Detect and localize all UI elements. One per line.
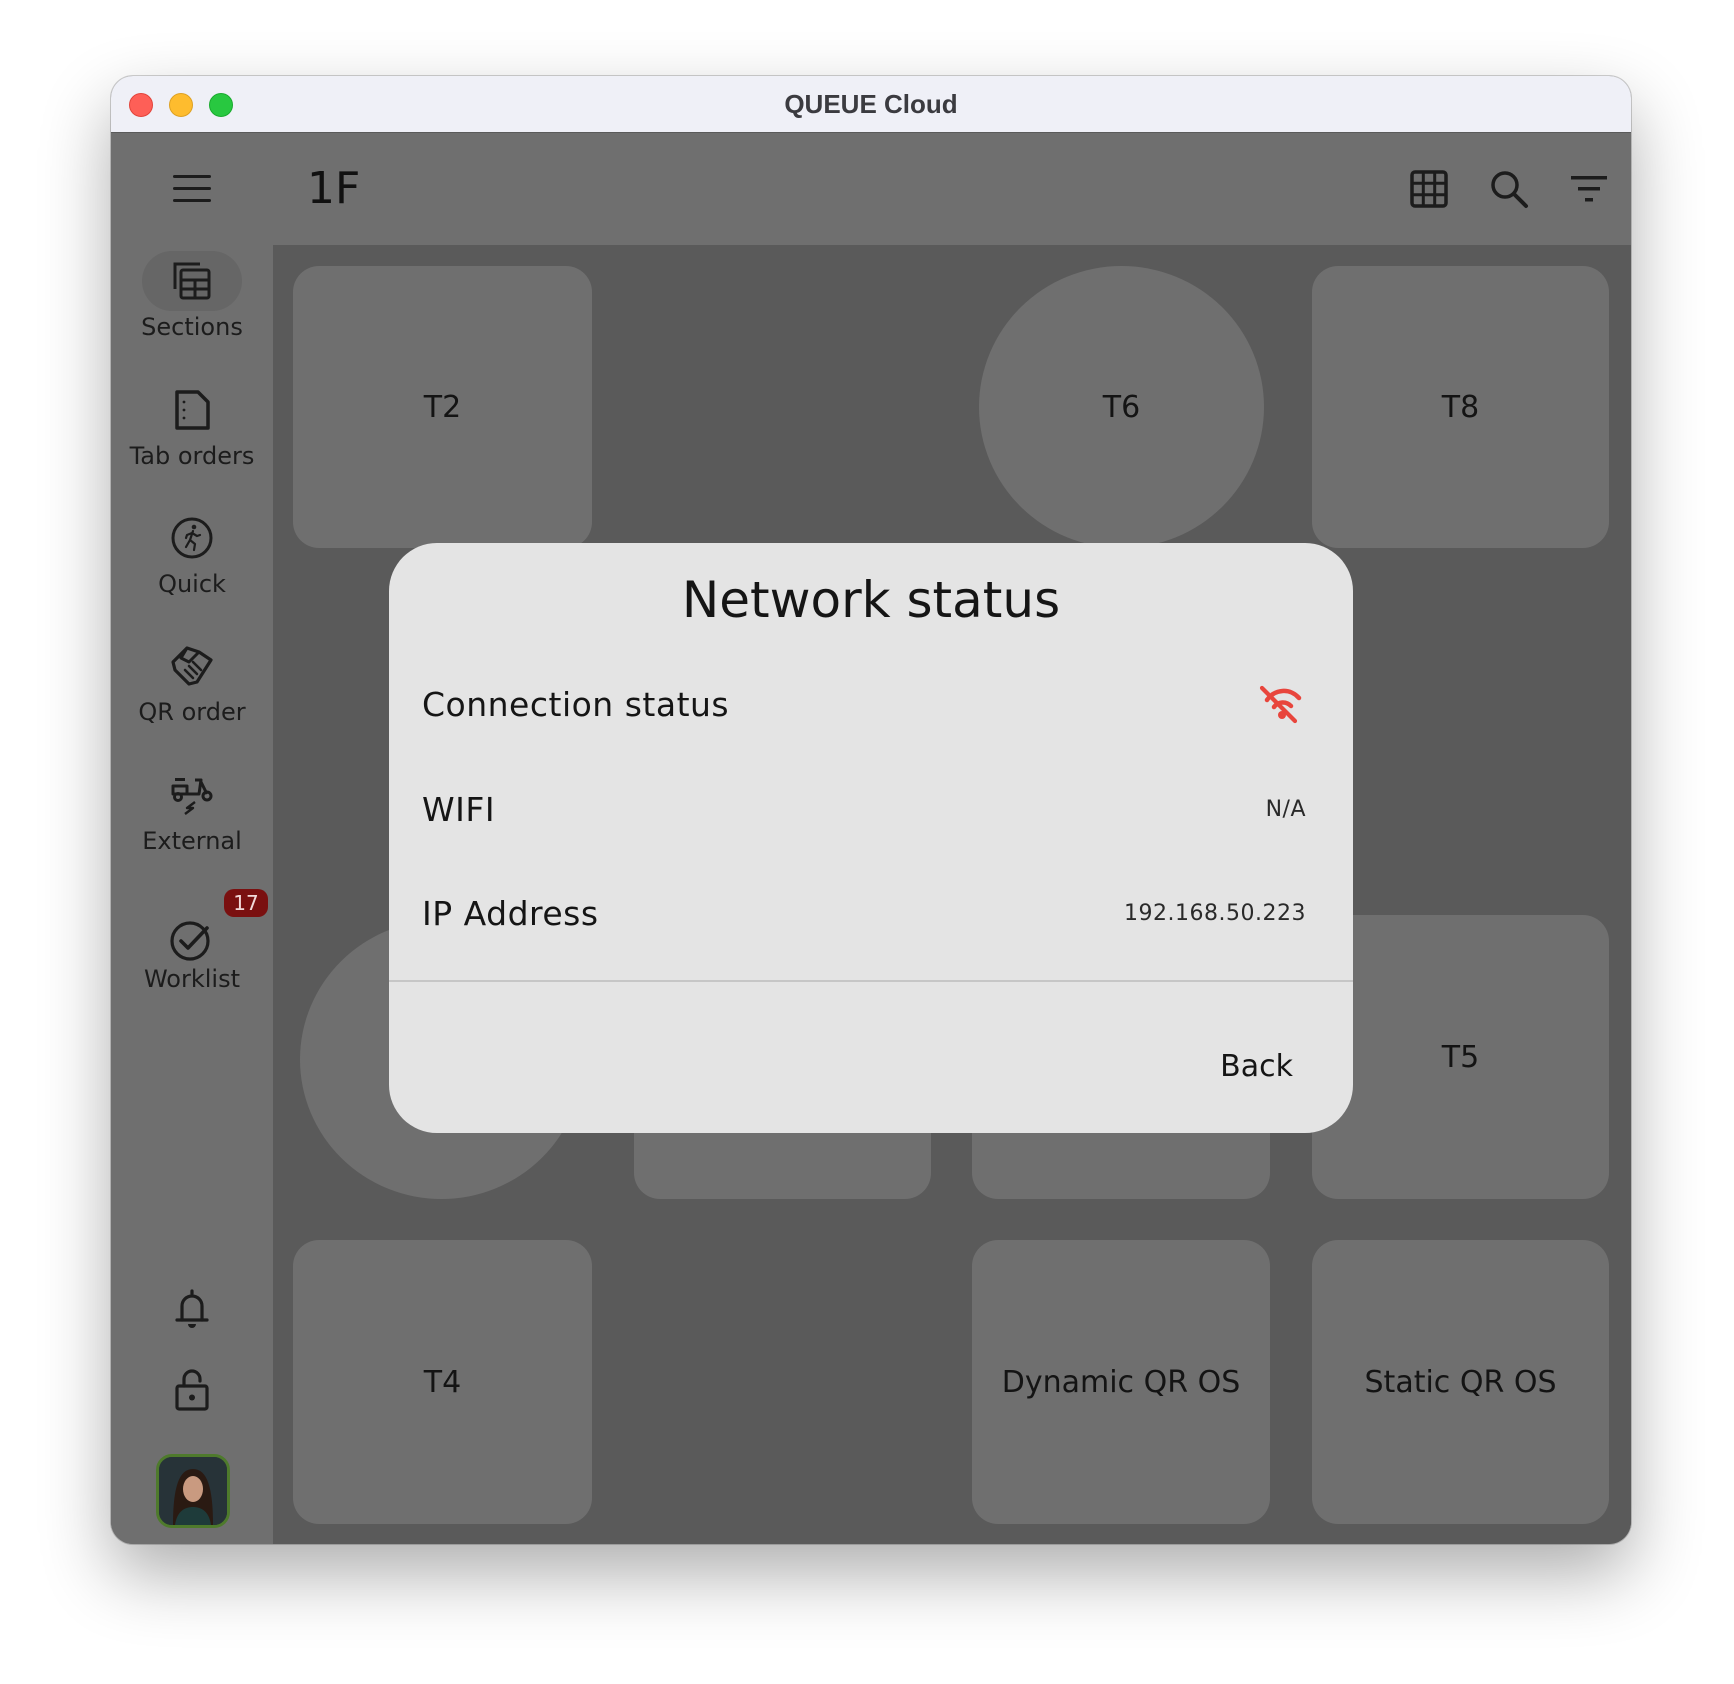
user-avatar[interactable] [156,1454,230,1528]
table-tile[interactable]: Static QR OS [1312,1240,1609,1524]
sidebar-item-external[interactable]: External [111,765,273,885]
worklist-count-badge: 17 [224,889,268,917]
sidebar-item-qr-order[interactable]: QR order [111,636,273,756]
page-title: 1F [307,163,361,214]
sidebar-item-tab-orders[interactable]: Tab orders [111,380,273,500]
row-label: WIFI [422,789,496,829]
row-label: Connection status [422,684,730,724]
sidebar-item-label: Quick [158,570,226,598]
grid-icon[interactable] [1409,169,1449,209]
wifi-off-icon [1254,680,1306,728]
filter-icon[interactable] [1569,169,1609,209]
window-title: QUEUE Cloud [784,89,958,119]
table-tile[interactable]: T5 [1312,915,1609,1199]
running-person-icon [142,508,242,568]
scooter-delivery-icon [142,765,242,825]
row-label: IP Address [422,893,599,933]
app-window: QUEUE Cloud 1F Sections Tab orders Quick… [111,76,1631,1544]
check-circle-icon: 17 [142,889,268,961]
back-button[interactable]: Back [1210,1041,1303,1091]
sidebar-item-label: Worklist [143,965,241,993]
dialog-divider [389,980,1353,982]
title-bar: QUEUE Cloud [111,76,1631,133]
wifi-row: WIFI N/A [422,779,1306,839]
sections-table-icon [142,251,242,311]
sidebar-item-sections[interactable]: Sections [111,251,273,371]
sidebar-item-quick[interactable]: Quick [111,508,273,628]
table-tile[interactable]: T4 [293,1240,592,1524]
table-tile[interactable]: Dynamic QR OS [972,1240,1270,1524]
hamburger-menu-icon[interactable] [173,175,211,203]
sidebar-item-label: Sections [141,313,243,341]
sidebar-item-worklist[interactable]: 17 Worklist [111,889,273,1013]
sidebar-item-label: Tab orders [129,442,255,470]
dialog-title: Network status [681,571,1061,629]
handshake-icon [142,636,242,696]
connection-status-row: Connection status [422,674,1306,734]
unlock-icon[interactable] [172,1368,212,1412]
ip-address-row: IP Address 192.168.50.223 [422,883,1306,943]
table-tile[interactable]: T2 [293,266,592,548]
row-value: 192.168.50.223 [1124,900,1306,926]
sidebar-item-label: QR order [138,698,246,726]
row-value: N/A [1265,796,1306,822]
network-status-dialog: Network status Connection status WIFI N/… [389,543,1353,1133]
search-icon[interactable] [1489,169,1529,209]
sidebar: Sections Tab orders Quick QR order Exter [111,245,273,1544]
sidebar-item-label: External [142,827,242,855]
top-header: 1F [111,133,1631,245]
table-tile[interactable]: T8 [1312,266,1609,548]
bell-icon[interactable] [172,1287,212,1331]
table-tile[interactable]: T6 [979,266,1264,548]
document-icon [142,380,242,440]
